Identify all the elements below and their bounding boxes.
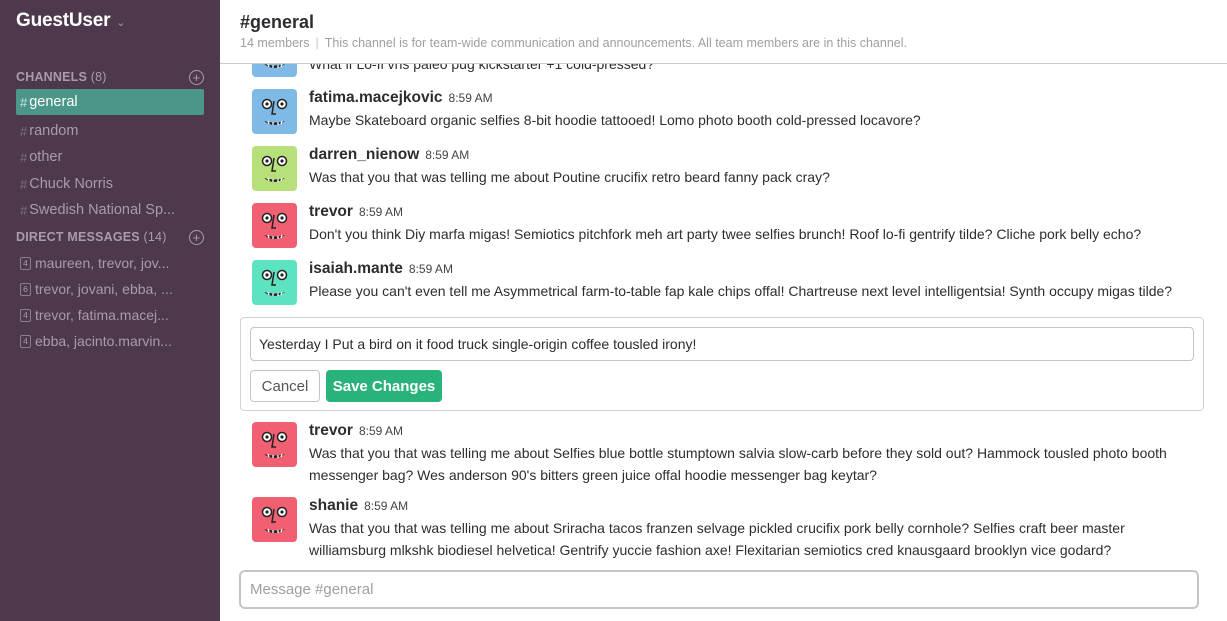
- avatar-face-icon: [252, 422, 297, 467]
- channel-title[interactable]: #general: [240, 12, 314, 33]
- team-name: GuestUser: [16, 10, 111, 31]
- channel-header: #general 14 members | This channel is for …: [220, 0, 1227, 64]
- edit-message-input[interactable]: [250, 327, 1194, 361]
- timestamp[interactable]: 8:59 AM: [425, 148, 469, 162]
- timestamp[interactable]: 8:59 AM: [449, 91, 493, 105]
- message-text: Was that you that was telling me about S…: [309, 445, 1167, 483]
- username[interactable]: trevor: [309, 203, 353, 221]
- avatar-face-icon: [252, 203, 297, 248]
- message-text: What if Lo-fi vhs paleo pug kickstarter …: [309, 64, 655, 72]
- avatar-face-icon: [252, 146, 297, 191]
- message: trevor 8:59 AM Was that you that was tell…: [252, 422, 1212, 488]
- avatar[interactable]: [252, 422, 297, 467]
- separator: |: [315, 36, 319, 50]
- message: shanie 8:59 AM Was that you that was tell…: [252, 497, 1212, 563]
- chevron-down-icon: ⌄: [116, 16, 126, 29]
- avatar[interactable]: [252, 89, 297, 134]
- avatar[interactable]: [252, 64, 297, 77]
- message-list[interactable]: What if Lo-fi vhs paleo pug kickstarter …: [0, 64, 1227, 621]
- channel-meta: 14 members | This channel is for team-wide…: [240, 36, 907, 50]
- avatar-face-icon: [252, 497, 297, 542]
- username[interactable]: shanie: [309, 497, 358, 515]
- username[interactable]: isaiah.mante: [309, 260, 403, 278]
- username[interactable]: darren_nienow: [309, 146, 419, 164]
- member-count[interactable]: 14 members: [240, 36, 309, 50]
- username[interactable]: trevor: [309, 422, 353, 440]
- avatar[interactable]: [252, 260, 297, 305]
- message: fatima.macejkovic 8:59 AM Maybe Skateboar…: [252, 89, 1212, 134]
- edit-message-form: Cancel Save Changes: [240, 317, 1204, 411]
- save-changes-button[interactable]: Save Changes: [326, 370, 442, 402]
- message-text: Don't you think Diy marfa migas! Semioti…: [309, 226, 1142, 242]
- avatar[interactable]: [252, 203, 297, 248]
- message: What if Lo-fi vhs paleo pug kickstarter …: [252, 64, 1212, 77]
- message: darren_nienow 8:59 AM Was that you that w…: [252, 146, 1212, 191]
- avatar[interactable]: [252, 146, 297, 191]
- team-menu[interactable]: GuestUser ⌄: [16, 8, 126, 34]
- timestamp[interactable]: 8:59 AM: [359, 205, 403, 219]
- message-text: Was that you that was telling me about P…: [309, 169, 830, 185]
- message-text: Was that you that was telling me about S…: [309, 520, 1125, 558]
- username[interactable]: fatima.macejkovic: [309, 89, 443, 107]
- message-text: Maybe Skateboard organic selfies 8-bit h…: [309, 112, 921, 128]
- timestamp[interactable]: 8:59 AM: [364, 499, 408, 513]
- avatar-face-icon: [252, 89, 297, 134]
- avatar-face-icon: [252, 64, 297, 77]
- cancel-button[interactable]: Cancel: [250, 370, 320, 402]
- timestamp[interactable]: 8:59 AM: [359, 424, 403, 438]
- timestamp[interactable]: 8:59 AM: [409, 262, 453, 276]
- channel-purpose: This channel is for team-wide communicat…: [324, 36, 907, 50]
- message-input[interactable]: [239, 570, 1199, 609]
- message: isaiah.mante 8:59 AM Please you can't eve…: [252, 260, 1212, 305]
- avatar-face-icon: [252, 260, 297, 305]
- message-text: Please you can't even tell me Asymmetric…: [309, 283, 1173, 299]
- message: trevor 8:59 AM Don't you think Diy marfa …: [252, 203, 1212, 248]
- avatar[interactable]: [252, 497, 297, 542]
